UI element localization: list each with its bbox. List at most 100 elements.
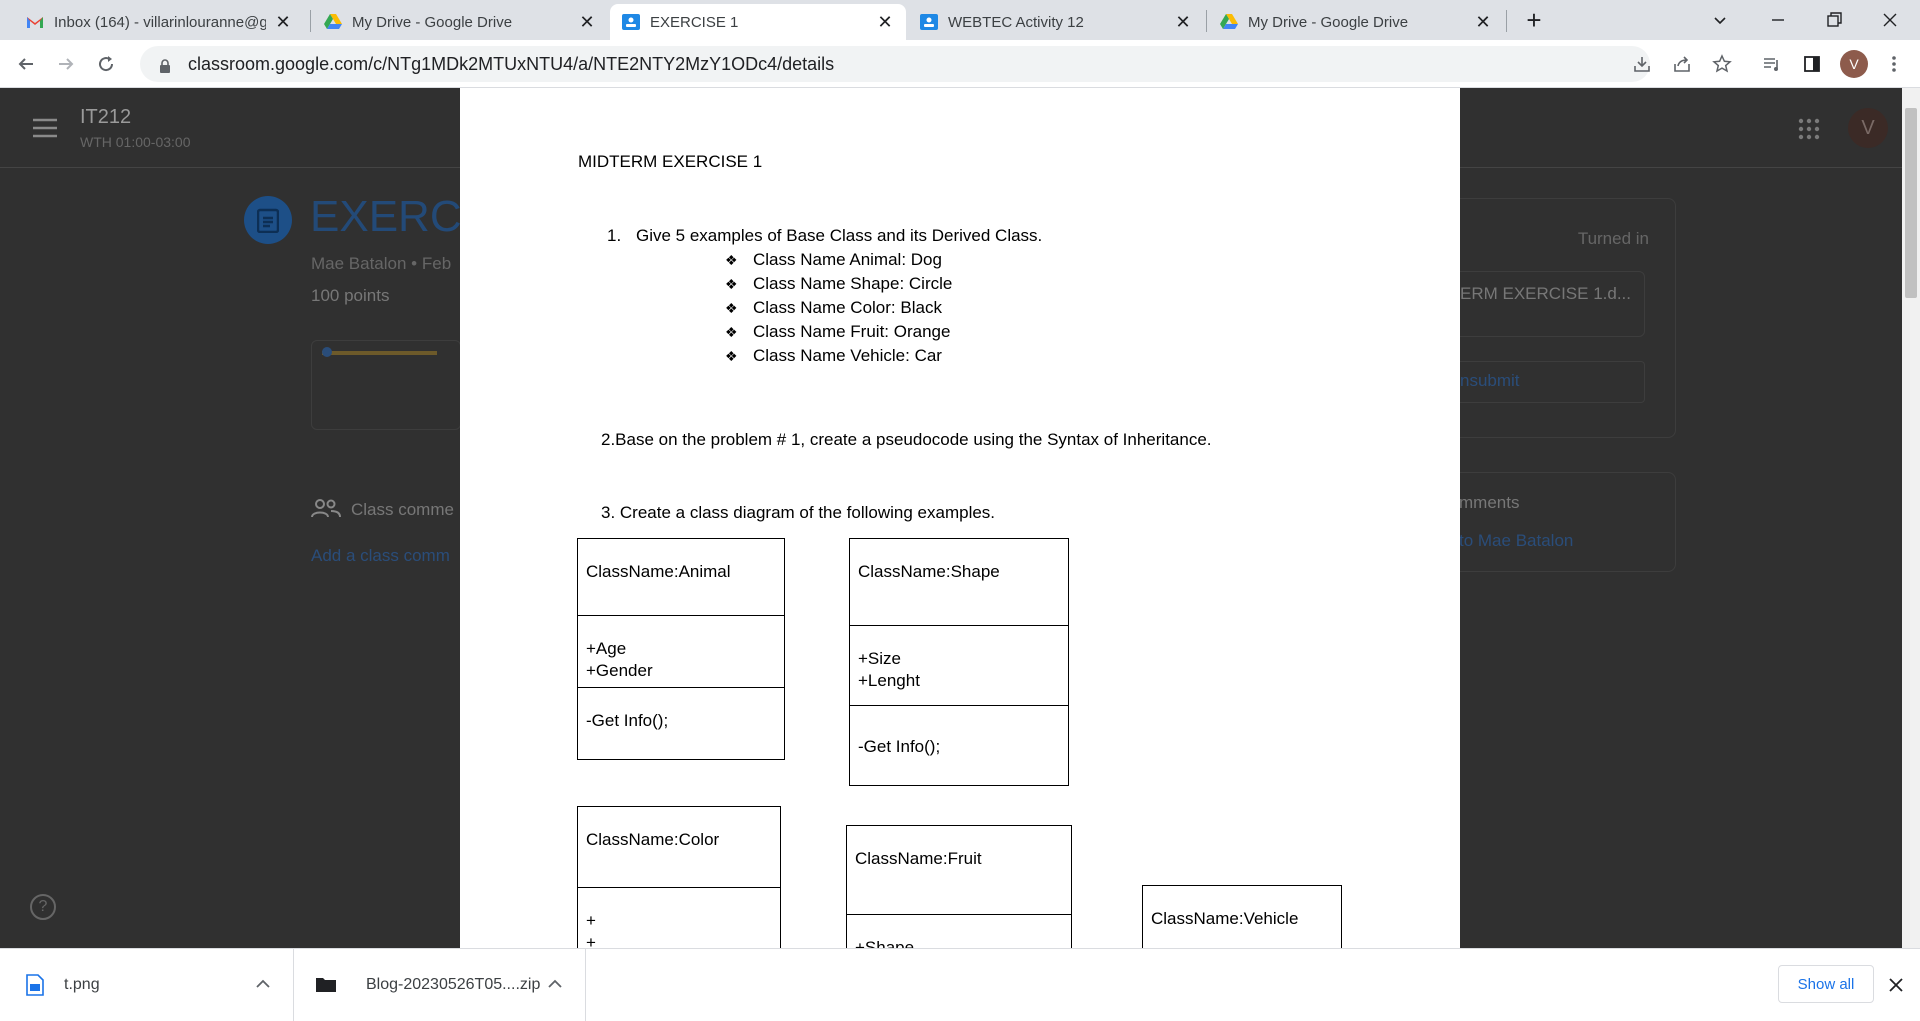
lock-icon[interactable] [158,57,172,73]
show-all-button[interactable]: Show all [1778,965,1874,1003]
image-file-icon [26,974,46,996]
class-name[interactable]: IT212 [80,106,131,129]
uml-class-name: ClassName:Color [586,830,720,849]
assignment-points: 100 points [311,286,390,305]
help-icon[interactable]: ? [30,894,56,920]
back-icon[interactable] [12,50,40,78]
download-item-1[interactable]: t.png [0,949,294,1021]
people-icon [311,498,341,518]
class-comments-label: Class comme [351,500,454,519]
diamond-bullet-icon: ❖ [725,252,738,268]
assignment-attachment-thumb[interactable] [311,340,461,430]
add-class-comment-link[interactable]: Add a class comm [311,546,450,566]
tab-drive-2[interactable]: My Drive - Google Drive ✕ [1208,4,1504,40]
uml-class-name: ClassName:Shape [858,562,1000,581]
bullet-item: ❖ Class Name Color: Black [725,298,942,317]
question-1-number: 1. [607,226,622,245]
diamond-bullet-icon: ❖ [725,276,738,292]
tab-gmail[interactable]: Inbox (164) - villarinlouranne@gmail.com… [14,4,304,40]
bookmark-star-icon[interactable] [1710,52,1734,76]
close-icon[interactable]: ✕ [876,12,894,33]
apps-grid-icon[interactable] [1798,118,1820,140]
tab-title: My Drive - Google Drive [352,13,513,31]
tab-search-icon[interactable] [1708,8,1732,32]
unsubmit-label: nsubmit [1460,371,1520,390]
classroom-icon [622,13,640,31]
hamburger-menu-icon[interactable] [32,118,58,138]
tab-separator [310,10,311,32]
scrollbar-thumb[interactable] [1905,108,1917,298]
tab-drive-1[interactable]: My Drive - Google Drive ✕ [312,4,608,40]
tab-exercise-1[interactable]: EXERCISE 1 ✕ [610,4,906,40]
close-icon[interactable]: ✕ [1174,12,1192,33]
folder-icon [316,976,336,994]
bullet-item: ❖ Class Name Fruit: Orange [725,322,951,341]
download-item-2[interactable]: Blog-20230526T05....zip [294,949,586,1021]
uml-class-name: ClassName:Animal [586,562,731,581]
share-icon[interactable] [1670,52,1694,76]
uml-class-vehicle: ClassName:Vehicle [1142,885,1342,948]
new-tab-button[interactable]: + [1520,6,1548,34]
minimize-icon[interactable] [1766,8,1790,32]
class-schedule: WTH 01:00-03:00 [80,134,191,150]
download-bar: t.png Blog-20230526T05....zip Show all [0,948,1920,1021]
add-private-comment-link[interactable]: to Mae Batalon [1459,531,1573,551]
account-avatar[interactable]: V [1848,108,1888,148]
question-3: 3. Create a class diagram of the followi… [601,503,996,522]
uml-attributes: + + [578,887,780,948]
url-text: classroom.google.com/c/NTg1MDk2MTUxNTU4/… [188,53,835,74]
uml-attributes: +Age +Gender [578,615,784,687]
uml-class-animal: ClassName:Animal +Age +Gender -Get Info(… [577,538,785,760]
drive-icon [1220,13,1238,31]
uml-methods: -Get Info(); [850,705,1068,785]
tab-webtec-activity[interactable]: WEBTEC Activity 12 ✕ [908,4,1204,40]
bullet-item: ❖ Class Name Vehicle: Car [725,346,942,365]
more-menu-icon[interactable] [1882,52,1906,76]
reload-icon[interactable] [92,50,120,78]
install-app-icon[interactable] [1630,52,1654,76]
uml-class-color: ClassName:Color + + [577,806,781,948]
document-title: MIDTERM EXERCISE 1 [578,152,763,171]
thumb-header-bar [322,351,437,355]
attachment-title: ERM EXERCISE 1.d... [1460,284,1631,303]
download-filename: t.png [64,976,100,993]
diamond-bullet-icon: ❖ [725,300,738,316]
assignment-icon [244,196,292,244]
uml-class-name: ClassName:Vehicle [1151,909,1299,928]
chevron-up-icon[interactable] [547,976,567,994]
close-icon[interactable]: ✕ [578,12,596,33]
bullet-item: ❖ Class Name Animal: Dog [725,250,942,269]
question-2: 2.Base on the problem # 1, create a pseu… [601,430,1212,449]
download-filename: Blog-20230526T05....zip [366,976,541,993]
close-icon[interactable]: ✕ [274,12,292,33]
profile-avatar[interactable]: V [1840,50,1868,78]
tab-title: WEBTEC Activity 12 [948,13,1084,31]
side-panel-icon[interactable] [1800,52,1824,76]
close-window-icon[interactable] [1878,8,1902,32]
bullet-item: ❖ Class Name Shape: Circle [725,274,953,293]
turned-in-status: Turned in [1577,229,1649,248]
forward-icon[interactable] [52,50,80,78]
classroom-icon [920,13,938,31]
close-icon[interactable]: ✕ [1474,12,1492,33]
tab-title: Inbox (164) - villarinlouranne@gmail.com [54,13,266,31]
private-comments-label: mments [1459,493,1520,512]
classroom-page: IT212 WTH 01:00-03:00 V EXERCIS Mae Bata… [0,88,1920,948]
assignment-author: Mae Batalon • Feb [311,254,452,273]
restore-icon[interactable] [1822,8,1846,32]
page-scrollbar[interactable] [1902,88,1920,948]
address-bar[interactable]: classroom.google.com/c/NTg1MDk2MTUxNTU4/… [140,46,1650,82]
tab-strip: Inbox (164) - villarinlouranne@gmail.com… [0,0,1920,40]
uml-class-shape: ClassName:Shape +Size +Lenght -Get Info(… [849,538,1069,786]
chevron-up-icon[interactable] [255,976,275,994]
media-control-icon[interactable] [1760,52,1784,76]
gmail-icon [26,13,44,31]
drive-icon [324,13,342,31]
uml-attributes: +Size +Lenght [850,625,1068,705]
tab-title: My Drive - Google Drive [1248,13,1409,31]
close-download-bar-icon[interactable] [1886,975,1906,995]
tab-separator [1206,10,1207,32]
tab-title: EXERCISE 1 [650,13,739,31]
uml-methods: -Get Info(); [578,687,784,759]
document-preview: MIDTERM EXERCISE 1 1. Give 5 examples of… [460,88,1460,948]
